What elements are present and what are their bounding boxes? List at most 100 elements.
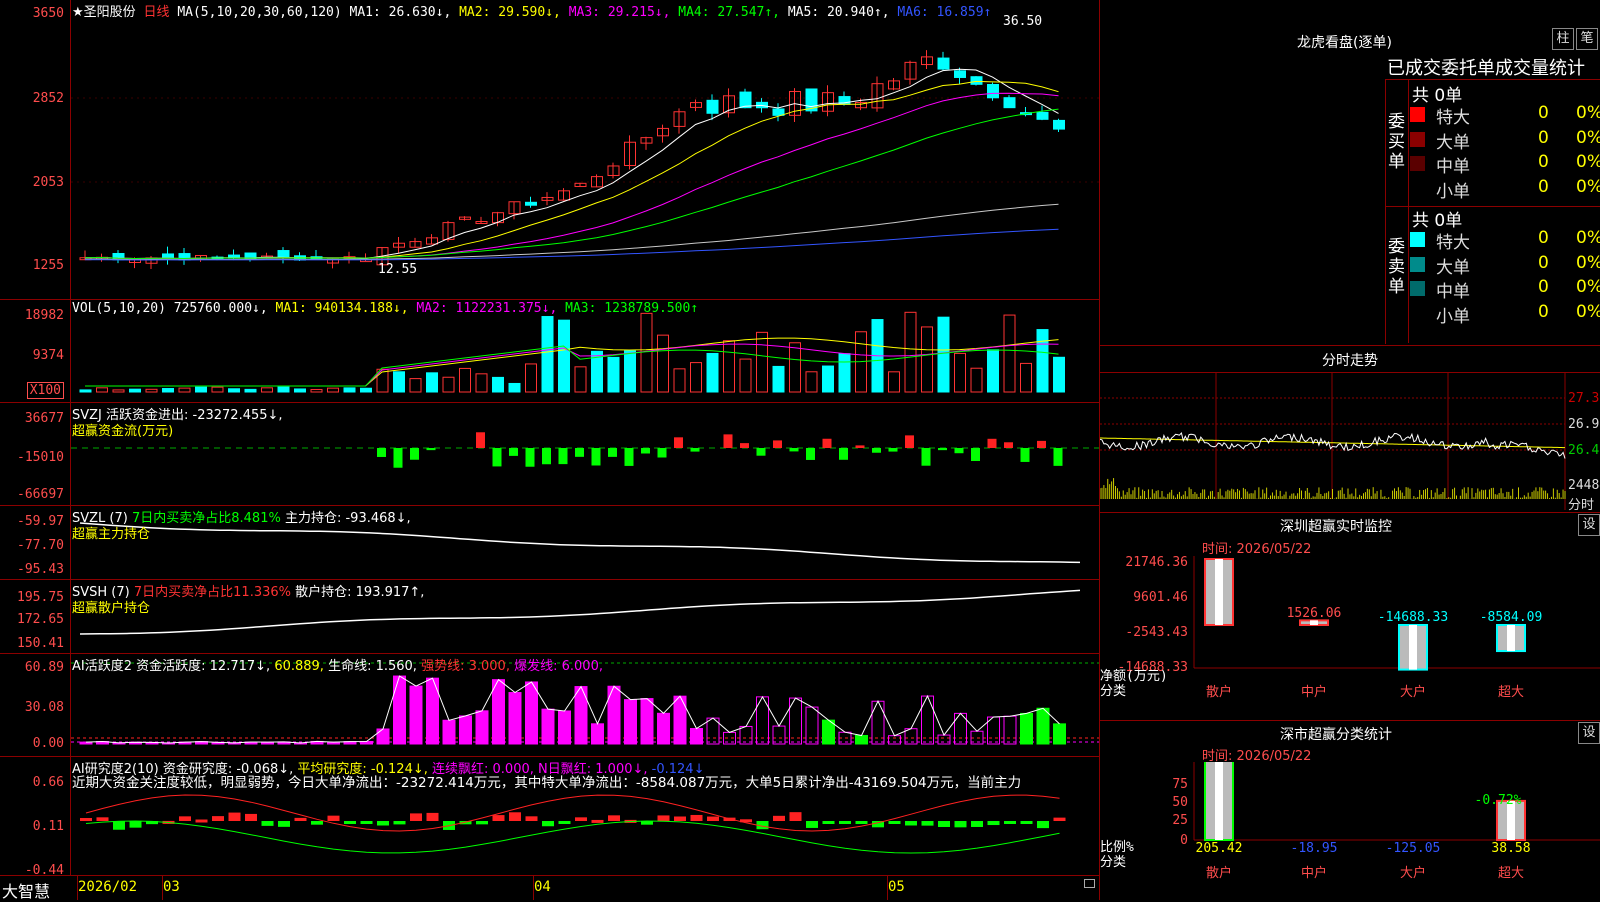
- ai-burst-line-value: 爆发线: 6.000,: [514, 659, 603, 674]
- kline-panel[interactable]: 3650 2852 2053 1255 ★圣阳股份 日线 MA(5,10,20,…: [0, 0, 1099, 300]
- fund-flow-bar: [971, 448, 980, 462]
- volume-bar: [756, 331, 768, 393]
- category-label: 大户: [1400, 684, 1426, 700]
- research-bar: [690, 814, 703, 821]
- date-label: 05: [888, 879, 905, 895]
- sz-monitor-title-bar: 深圳超赢实时监控 设: [1100, 512, 1600, 536]
- fund-flow-bar: [525, 448, 535, 467]
- bar-highlight: [1215, 762, 1223, 840]
- buy-order-label: 大单: [1436, 132, 1470, 153]
- candle-body: [1053, 119, 1065, 130]
- volume-bar: [904, 311, 917, 393]
- candle-body: [525, 201, 537, 206]
- svzl-main-holding: 主力持仓: -93.468↓,: [284, 511, 411, 526]
- research-bar: [360, 821, 373, 824]
- stock-name[interactable]: ★圣阳股份: [72, 5, 136, 20]
- kline-low-label: 12.55: [378, 262, 418, 277]
- sz-monitor-chart[interactable]: 21746.36 9601.46 -2543.43 -14688.33 21746.36…: [1100, 556, 1600, 716]
- lock-icon[interactable]: [1084, 879, 1095, 888]
- ma2-value: MA2: 29.590↓,: [459, 5, 561, 20]
- buy-order-label: 特大: [1436, 108, 1470, 128]
- ma-line: [84, 80, 1059, 260]
- intraday-corner-label: 分时: [1568, 498, 1595, 513]
- svzj-panel[interactable]: 36677 -15010 -66697 SVZJ 活跃资金进出: -23272.…: [0, 403, 1099, 506]
- fund-flow-bar: [608, 448, 617, 457]
- activity-bar: [1036, 707, 1050, 745]
- sz-stats-title: 深市超赢分类统计: [1280, 727, 1392, 743]
- research-bar: [113, 821, 125, 830]
- research-bar: [542, 821, 554, 827]
- fund-flow-bar: [575, 448, 584, 457]
- sz-monitor-title: 深圳超赢实时监控: [1280, 519, 1392, 535]
- buy-order-label: 中单: [1436, 157, 1470, 177]
- activity-bar: [393, 675, 406, 745]
- research-bar: [344, 821, 356, 824]
- volume-bar: [79, 389, 92, 393]
- fund-flow-bar: [839, 448, 848, 460]
- ma-params: MA(5,10,20,30,60,120): [177, 5, 342, 20]
- ai-activity-panel[interactable]: 60.89 30.08 0.00 AI活跃度2 资金活跃度: 12.717↓, …: [0, 654, 1099, 757]
- volume-bar: [129, 388, 141, 393]
- activity-bar: [508, 692, 522, 745]
- date-tick: [162, 876, 163, 900]
- research-bar: [905, 821, 917, 826]
- sz-monitor-settings-button[interactable]: 设: [1578, 514, 1600, 536]
- ai-lifeline-value: 生命线: 1.560,: [328, 659, 417, 674]
- date-tick: [77, 876, 78, 900]
- sell-order-label: 小单: [1436, 306, 1470, 327]
- research-bar: [1053, 817, 1066, 821]
- intraday-chart[interactable]: [1100, 372, 1600, 510]
- candle-body: [1003, 97, 1016, 109]
- sz-stats-title-bar: 深市超赢分类统计 设: [1100, 720, 1600, 744]
- sz-stats-settings-button[interactable]: 设: [1578, 722, 1600, 744]
- ma4-value: MA4: 27.547↑,: [678, 5, 781, 20]
- volume-bar: [640, 312, 653, 393]
- ma-line: [84, 92, 1059, 260]
- sell-order-count: 0: [1538, 252, 1549, 273]
- category-label: 超大: [1498, 866, 1524, 881]
- fund-flow-bar: [674, 437, 683, 448]
- data-label: -125.05: [1386, 841, 1441, 856]
- research-bar: [393, 821, 406, 825]
- volume-bar: [970, 367, 983, 393]
- research-bar: [509, 812, 521, 821]
- volume-ma2: MA2: 1122231.375↓,: [416, 301, 558, 316]
- ma3-value: MA3: 29.215↓,: [568, 5, 671, 20]
- tick-mode-button[interactable]: 笔: [1576, 28, 1598, 50]
- volume-bar: [244, 388, 257, 393]
- fund-flow-bar: [690, 448, 700, 452]
- bar-mode-button[interactable]: 柱: [1552, 28, 1574, 50]
- kline-chart[interactable]: [0, 0, 1099, 299]
- volume-bar: [706, 352, 719, 393]
- date-axis: 大智慧 2026/02 03 04 05: [0, 876, 1099, 901]
- date-tick: [533, 876, 534, 900]
- sz-stats-chart[interactable]: 75 50 25 0 205.42 散户 -18.95 中户 -125.05 大户 38.58 超大 比…: [1100, 762, 1600, 900]
- volume-bar: [393, 371, 405, 393]
- svzl-panel[interactable]: -59.97 -77.70 -95.43 SVZL (7) 7日内买卖净占比8.…: [0, 506, 1099, 580]
- volume-bar: [211, 386, 224, 393]
- research-bar: [558, 821, 571, 824]
- volume-bar: [475, 373, 488, 393]
- category-label: 中户: [1301, 865, 1327, 881]
- ai-research-panel[interactable]: 0.66 0.11 -0.44 AI研究度2(10) 资金研究度: -0.068…: [0, 757, 1099, 878]
- buy-order-row: 大单 0 0%: [1410, 128, 1600, 153]
- research-bar: [1037, 821, 1049, 829]
- svsh-panel[interactable]: 195.75 172.65 150.41 SVSH (7) 7日内买卖净占比11…: [0, 580, 1099, 654]
- top-label: -0.72%: [1475, 793, 1522, 808]
- activity-bar: [376, 728, 390, 745]
- volume-bar: [1036, 329, 1049, 393]
- volume-title: VOL(5,10,20) 725760.000↓, MA1: 940134.18…: [72, 301, 698, 316]
- volume-ma-line: [85, 345, 1059, 387]
- activity-line: [85, 675, 1060, 744]
- category-axis-label: 分类: [1100, 684, 1126, 699]
- volume-bar: [1020, 362, 1032, 393]
- volume-panel[interactable]: 18982 9374 X100 VOL(5,10,20) 725760.000↓…: [0, 300, 1099, 403]
- sell-order-row: 中单 0 0%: [1410, 277, 1600, 302]
- bar-highlight: [1215, 559, 1223, 625]
- volume-ma-line: [85, 337, 1059, 387]
- fund-flow-bar: [806, 448, 815, 460]
- data-label: 1526.06: [1287, 606, 1342, 621]
- volume-bar: [261, 387, 273, 393]
- buy-order-row: 中单 0 0%: [1410, 152, 1600, 177]
- period-label[interactable]: 日线: [143, 5, 169, 20]
